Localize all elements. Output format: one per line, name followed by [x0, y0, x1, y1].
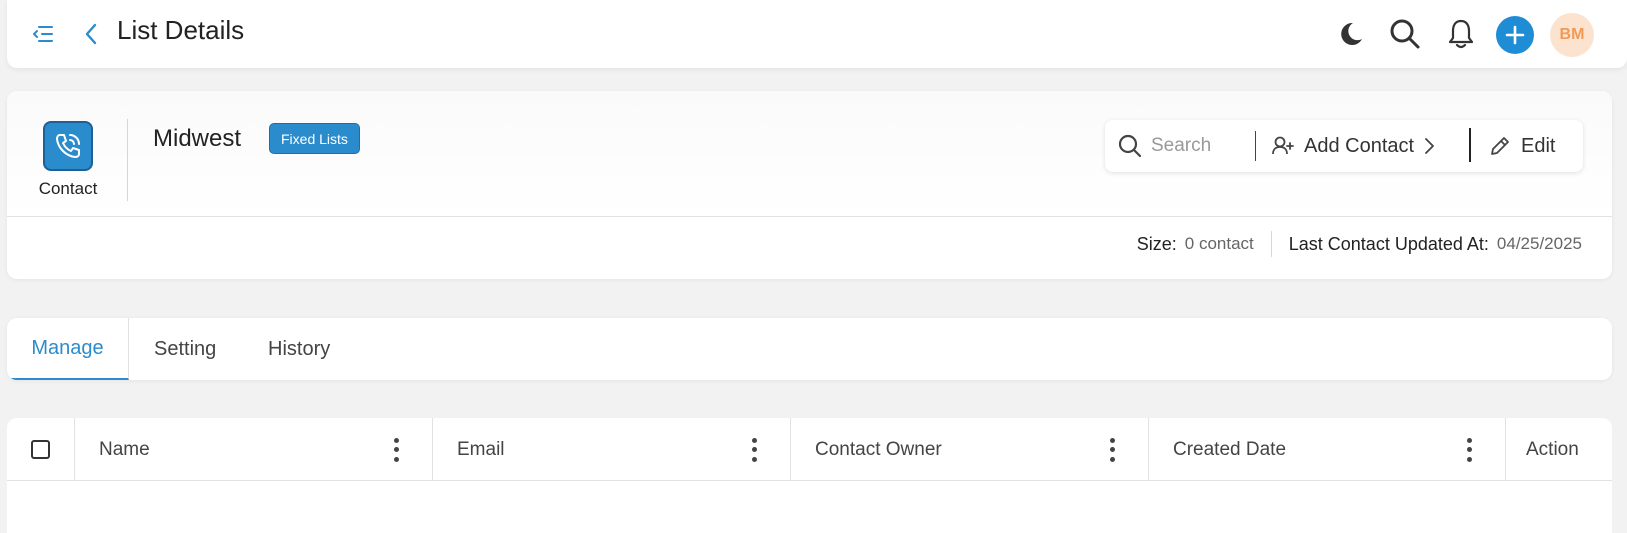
phone-icon	[43, 121, 93, 171]
add-contact-label: Add Contact	[1304, 134, 1415, 157]
divider	[1469, 128, 1471, 162]
search-box	[1117, 130, 1261, 162]
tab-manage[interactable]: Manage	[7, 318, 129, 380]
select-all-cell	[7, 418, 75, 481]
search-input[interactable]	[1151, 135, 1261, 157]
tab-history[interactable]: History	[268, 318, 330, 380]
list-actions: Add Contact Edit	[1105, 120, 1583, 172]
menu-collapse-icon[interactable]	[27, 20, 59, 48]
add-new-button[interactable]	[1496, 16, 1534, 54]
updated-value: 04/25/2025	[1496, 234, 1582, 253]
list-type-label: Contact	[38, 179, 98, 198]
divider	[127, 119, 128, 201]
contacts-table: Name Email Contact Owner Created Date Ac…	[7, 418, 1612, 533]
tab-setting[interactable]: Setting	[154, 318, 216, 380]
column-header-contact-owner[interactable]: Contact Owner	[791, 418, 1149, 481]
column-header-created-date[interactable]: Created Date	[1149, 418, 1506, 481]
top-bar: List Details BM	[7, 0, 1627, 68]
user-avatar[interactable]: BM	[1550, 13, 1594, 57]
page-title: List Details	[117, 15, 245, 45]
edit-button[interactable]: Edit	[1489, 130, 1555, 162]
list-type-badge: Fixed Lists	[269, 123, 360, 154]
bell-icon[interactable]	[1443, 16, 1479, 52]
column-label: Created Date	[1173, 438, 1287, 460]
search-icon	[1118, 134, 1142, 158]
list-details-card: Contact Midwest Fixed Lists Add Co	[7, 91, 1612, 279]
add-contact-button[interactable]: Add Contact	[1271, 130, 1435, 162]
divider	[1255, 131, 1256, 161]
column-label: Email	[457, 438, 505, 460]
kebab-icon[interactable]	[392, 437, 400, 462]
plus-icon	[1505, 25, 1525, 45]
back-arrow-icon[interactable]	[75, 18, 107, 50]
kebab-icon[interactable]	[750, 437, 758, 462]
column-header-action: Action	[1526, 438, 1579, 460]
list-summary: Contact Midwest Fixed Lists Add Co	[7, 91, 1612, 217]
moon-icon[interactable]	[1332, 16, 1368, 52]
kebab-icon[interactable]	[1108, 437, 1116, 462]
updated-label: Last Contact Updated At:	[1288, 233, 1489, 254]
column-label: Name	[99, 438, 150, 460]
tab-bar: Manage Setting History	[7, 318, 1612, 380]
size-value: 0 contact	[1184, 234, 1254, 253]
list-meta: Size: 0 contact Last Contact Updated At:…	[1137, 231, 1582, 257]
column-header-name[interactable]: Name	[75, 418, 433, 481]
table-header: Name Email Contact Owner Created Date Ac…	[7, 418, 1612, 481]
search-icon[interactable]	[1387, 16, 1423, 52]
kebab-icon[interactable]	[1465, 437, 1473, 462]
column-label: Contact Owner	[815, 438, 942, 460]
divider	[1270, 231, 1272, 257]
column-header-email[interactable]: Email	[433, 418, 791, 481]
add-user-icon	[1272, 136, 1294, 155]
select-all-checkbox[interactable]	[31, 440, 50, 459]
size-label: Size:	[1136, 233, 1177, 254]
chevron-right-icon	[1425, 138, 1434, 154]
pencil-icon	[1491, 137, 1509, 155]
list-name: Midwest	[153, 125, 242, 152]
edit-label: Edit	[1521, 134, 1556, 157]
